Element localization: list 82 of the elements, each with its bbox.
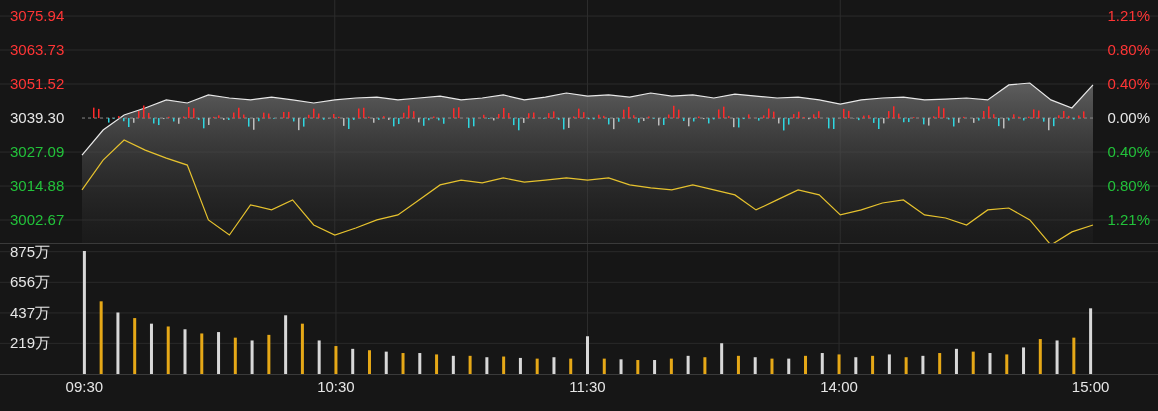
percent-tick-label: 0.00% [1107,109,1150,127]
volume-bar [703,357,707,374]
volume-bar [921,355,925,374]
volume-bar [686,355,690,374]
time-tick-label: 10:30 [317,378,355,395]
price-tick-label: 3014.88 [10,177,65,195]
volume-bar [284,315,288,374]
volume-bar [384,351,388,374]
volume-bar [183,329,187,374]
volume-bar [653,360,657,374]
volume-bar [518,357,522,374]
volume-bar [586,336,589,374]
volume-bar [1089,308,1093,374]
volume-bar [669,358,673,374]
volume-bar [954,348,958,374]
volume-tick-label: 656万 [10,273,51,291]
volume-bar [1038,339,1042,374]
volume-bar [1055,340,1059,374]
volume-bar [116,312,120,374]
volume-bar [636,360,640,374]
volume-bar [250,340,254,374]
volume-bar [569,358,573,374]
volume-bar [267,334,271,374]
percent-tick-label: 0.80% [1107,177,1150,195]
volume-bar [149,323,153,374]
volume-bar [485,357,489,374]
volume-bar [317,340,321,374]
volume-bar [887,354,891,374]
volume-bar [418,353,422,374]
volume-bar [166,326,170,374]
volume-bar [904,357,908,374]
volume-bar [1022,347,1026,374]
time-tick-label: 11:30 [569,378,606,395]
volume-bar [619,359,623,374]
time-tick-label: 15:00 [1071,378,1110,395]
volume-bar [938,353,942,374]
volume-bar [435,354,439,374]
volume-bar [837,354,841,374]
percent-tick-label: 0.80% [1107,41,1150,59]
volume-bar [804,355,807,374]
volume-bar [770,358,774,374]
volume-bar [720,343,724,374]
volume-bar [1005,354,1009,374]
price-tick-label: 3027.09 [10,143,65,161]
volume-bar [988,353,992,374]
volume-bar [334,346,338,374]
volume-bar [468,355,472,374]
percent-tick-label: 1.21% [1107,211,1150,229]
percent-tick-label: 0.40% [1107,75,1150,92]
volume-bar [535,358,539,374]
volume-bar [1072,337,1076,374]
price-tick-label: 3051.52 [10,75,65,92]
volume-bar [401,353,405,374]
volume-bar [971,351,975,374]
volume-bar [552,357,556,374]
volume-bar [368,350,371,374]
volume-bar [787,358,791,374]
volume-bar [753,357,757,374]
volume-bar [820,353,824,374]
price-tick-label: 3063.73 [10,41,65,59]
volume-bar [871,355,875,374]
percent-tick-label: 1.21% [1107,7,1150,25]
volume-bar [736,355,740,374]
price-tick-label: 3039.30 [10,109,65,127]
volume-bar [351,348,355,374]
volume-bar [300,323,304,374]
price-tick-label: 3002.67 [10,211,65,229]
time-tick-label: 09:30 [65,378,104,395]
volume-tick-label: 437万 [10,303,51,321]
volume-tick-label: 875万 [10,244,51,260]
volume-bar [200,333,204,374]
volume-tick-label: 219万 [10,334,51,352]
percent-tick-label: 0.40% [1107,143,1150,161]
time-tick-label: 14:00 [820,378,858,395]
volume-bar [451,355,455,374]
volume-bar [502,356,506,374]
volume-bar [602,358,606,374]
volume-bar [133,318,137,374]
volume-bar [217,332,221,374]
volume-bar [233,337,237,374]
price-tick-label: 3075.94 [10,7,65,25]
volume-bar [854,357,858,374]
